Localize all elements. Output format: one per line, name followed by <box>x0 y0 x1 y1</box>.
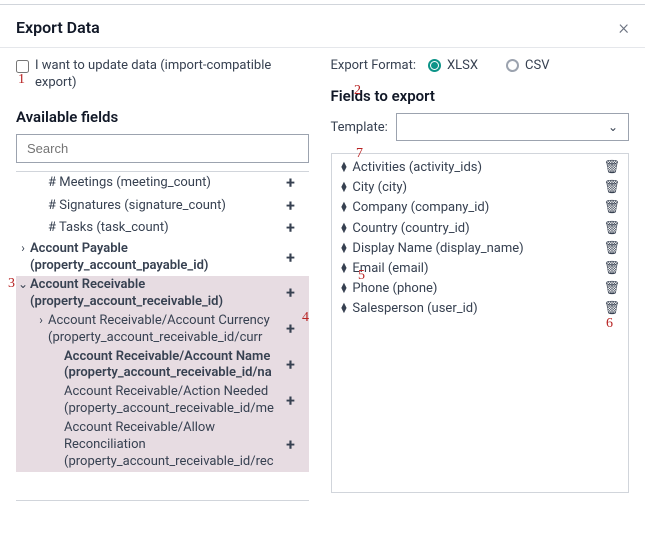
right-panel: Export Format: XLSXCSV Fields to export … <box>323 58 630 501</box>
drag-handle-icon[interactable] <box>340 203 349 213</box>
drag-handle-icon[interactable] <box>340 224 349 234</box>
export-item-label: City (city) <box>352 179 407 197</box>
update-data-checkbox[interactable] <box>16 60 29 73</box>
tree-item-label: Account Receivable/Account Name (propert… <box>64 349 283 383</box>
radio-icon <box>428 59 441 72</box>
export-item-label: Phone (phone) <box>352 280 437 298</box>
trash-icon[interactable]: 🗑 <box>603 220 620 238</box>
add-icon[interactable]: + <box>283 435 299 456</box>
export-item-city[interactable]: City (city) 🗑 <box>340 178 621 198</box>
export-format-radio-group: XLSX CSV <box>428 58 550 73</box>
trash-icon[interactable]: 🗑 <box>603 159 620 177</box>
left-panel: I want to update data (import-compatible… <box>16 58 323 501</box>
drag-handle-icon[interactable] <box>340 264 349 274</box>
drag-handle-icon[interactable] <box>340 284 349 294</box>
trash-icon[interactable]: 🗑 <box>603 280 620 298</box>
chevron-icon[interactable]: ⌄ <box>16 277 30 293</box>
tree-item-ar-action[interactable]: Account Receivable/Action Needed (proper… <box>16 383 309 419</box>
tree-item-label: Account Payable (property_account_payabl… <box>30 241 283 275</box>
add-icon[interactable]: + <box>283 248 299 269</box>
add-icon[interactable]: + <box>283 218 299 239</box>
export-item-activities[interactable]: Activities (activity_ids) 🗑 <box>340 158 621 178</box>
radio-label: CSV <box>525 58 549 73</box>
trash-icon[interactable]: 🗑 <box>603 199 620 217</box>
close-icon[interactable]: × <box>619 17 629 37</box>
chevron-icon[interactable]: › <box>16 241 30 257</box>
export-format-row: Export Format: XLSX CSV <box>331 58 630 73</box>
drag-handle-icon[interactable] <box>340 163 349 173</box>
tree-item-ar-cur[interactable]: ›Account Receivable/Account Currency (pr… <box>16 312 309 348</box>
radio-xlsx[interactable]: XLSX <box>428 58 478 73</box>
export-item-company[interactable]: Company (company_id) 🗑 <box>340 198 621 218</box>
template-row: Template: ⌄ <box>331 113 630 141</box>
radio-csv[interactable]: CSV <box>506 58 549 73</box>
trash-icon[interactable]: 🗑 <box>603 179 620 197</box>
drag-handle-icon[interactable] <box>340 244 349 254</box>
add-icon[interactable]: + <box>283 319 299 340</box>
add-icon[interactable]: + <box>283 391 299 412</box>
dialog-body: I want to update data (import-compatible… <box>0 48 645 501</box>
tree-item-label: Account Receivable (property_account_rec… <box>30 277 283 311</box>
radio-label: XLSX <box>447 58 478 73</box>
export-item-label: Activities (activity_ids) <box>352 159 482 177</box>
tree-item-ap[interactable]: ›Account Payable (property_account_payab… <box>16 240 309 276</box>
available-fields-tree: # Meetings (meeting_count)+# Signatures … <box>16 171 309 501</box>
export-item-salesperson[interactable]: Salesperson (user_id) 🗑 <box>340 299 621 319</box>
radio-icon <box>506 59 519 72</box>
tree-item-label: Account Receivable/Account Currency (pro… <box>48 313 283 347</box>
template-label: Template: <box>331 120 388 135</box>
add-icon[interactable]: + <box>283 283 299 304</box>
drag-handle-icon[interactable] <box>340 183 349 193</box>
dialog-title: Export Data <box>16 18 100 37</box>
tree-item-ar[interactable]: ⌄Account Receivable (property_account_re… <box>16 276 309 312</box>
tree-item-tasks[interactable]: # Tasks (task_count)+ <box>16 217 309 240</box>
tree-item-label: Account Receivable/Allow Reconciliation … <box>64 420 283 471</box>
add-icon[interactable]: + <box>283 355 299 376</box>
export-item-label: Company (company_id) <box>352 199 489 217</box>
export-item-label: Salesperson (user_id) <box>352 300 477 318</box>
export-item-email[interactable]: Email (email) 🗑 <box>340 259 621 279</box>
tree-item-label: # Meetings (meeting_count) <box>48 175 283 192</box>
available-fields-title: Available fields <box>16 108 309 126</box>
tree-item-label: # Signatures (signature_count) <box>48 198 283 215</box>
chevron-down-icon: ⌄ <box>608 120 618 134</box>
export-item-label: Email (email) <box>352 260 428 278</box>
update-data-label: I want to update data (import-compatible… <box>35 58 309 92</box>
add-icon[interactable]: + <box>283 173 299 194</box>
export-item-phone[interactable]: Phone (phone) 🗑 <box>340 279 621 299</box>
tree-item-label: # Tasks (task_count) <box>48 220 283 237</box>
dialog-header: Export Data × <box>0 5 645 47</box>
trash-icon[interactable]: 🗑 <box>603 300 620 318</box>
tree-item-meetings[interactable]: # Meetings (meeting_count)+ <box>16 172 309 195</box>
tree-item-ar-name[interactable]: Account Receivable/Account Name (propert… <box>16 348 309 384</box>
trash-icon[interactable]: 🗑 <box>603 260 620 278</box>
fields-to-export-title: Fields to export <box>331 87 630 105</box>
export-item-label: Country (country_id) <box>352 220 469 238</box>
tree-item-ar-allow[interactable]: Account Receivable/Allow Reconciliation … <box>16 419 309 472</box>
export-item-displayname[interactable]: Display Name (display_name) 🗑 <box>340 239 621 259</box>
add-icon[interactable]: + <box>283 196 299 217</box>
tree-item-label: Account Receivable/Action Needed (proper… <box>64 384 283 418</box>
tree-scroll[interactable]: # Meetings (meeting_count)+# Signatures … <box>16 172 309 500</box>
search-input[interactable] <box>16 134 309 163</box>
chevron-icon[interactable]: › <box>34 313 48 329</box>
fields-to-export-list: Activities (activity_ids)🗑City (city)🗑Co… <box>331 153 630 493</box>
update-data-row: I want to update data (import-compatible… <box>16 58 309 92</box>
trash-icon[interactable]: 🗑 <box>603 240 620 258</box>
export-item-label: Display Name (display_name) <box>352 240 523 258</box>
template-select[interactable]: ⌄ <box>396 113 629 141</box>
drag-handle-icon[interactable] <box>340 304 349 314</box>
export-item-country[interactable]: Country (country_id) 🗑 <box>340 219 621 239</box>
export-format-label: Export Format: <box>331 58 417 73</box>
tree-item-signatures[interactable]: # Signatures (signature_count)+ <box>16 195 309 218</box>
